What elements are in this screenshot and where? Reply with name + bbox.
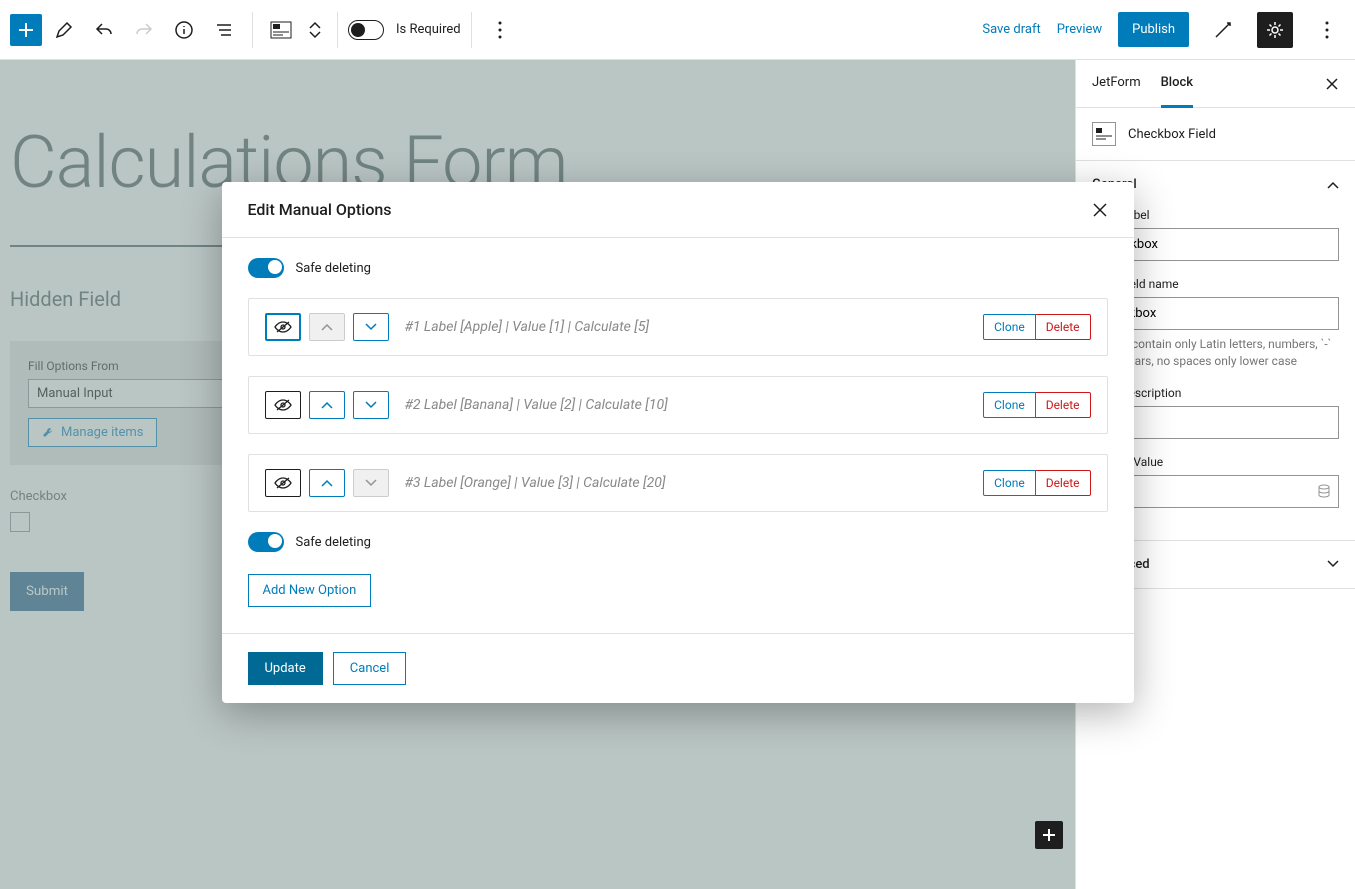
option-row: #1 Label [Apple] | Value [1] | Calculate… [248,298,1108,356]
update-button[interactable]: Update [248,652,323,685]
move-up-button[interactable] [309,469,345,497]
move-down-button[interactable] [353,391,389,419]
clone-button[interactable]: Clone [983,392,1036,418]
clone-button[interactable]: Clone [983,314,1036,340]
safe-deleting-label: Safe deleting [296,535,371,550]
option-summary: #2 Label [Banana] | Value [2] | Calculat… [405,397,668,413]
modal-title: Edit Manual Options [248,200,392,219]
toggle-visibility-icon[interactable] [265,391,301,419]
safe-deleting-toggle-bottom[interactable] [248,532,284,552]
safe-deleting-toggle-top[interactable] [248,258,284,278]
clone-button[interactable]: Clone [983,470,1036,496]
toggle-visibility-icon[interactable] [265,469,301,497]
modal-backdrop: Edit Manual Options Safe deleting #1 Lab… [0,0,1355,889]
edit-manual-options-modal: Edit Manual Options Safe deleting #1 Lab… [222,182,1134,703]
move-up-button [309,313,345,341]
option-row: #2 Label [Banana] | Value [2] | Calculat… [248,376,1108,434]
delete-button[interactable]: Delete [1036,470,1091,496]
add-new-option-button[interactable]: Add New Option [248,574,372,607]
option-summary: #1 Label [Apple] | Value [1] | Calculate… [405,319,650,335]
delete-button[interactable]: Delete [1036,392,1091,418]
option-summary: #3 Label [Orange] | Value [3] | Calculat… [405,475,666,491]
move-down-button [353,469,389,497]
move-down-button[interactable] [353,313,389,341]
toggle-visibility-icon[interactable] [265,313,301,341]
modal-close-icon[interactable] [1092,202,1108,218]
move-up-button[interactable] [309,391,345,419]
delete-button[interactable]: Delete [1036,314,1091,340]
cancel-button[interactable]: Cancel [333,652,407,685]
safe-deleting-label: Safe deleting [296,261,371,276]
option-row: #3 Label [Orange] | Value [3] | Calculat… [248,454,1108,512]
